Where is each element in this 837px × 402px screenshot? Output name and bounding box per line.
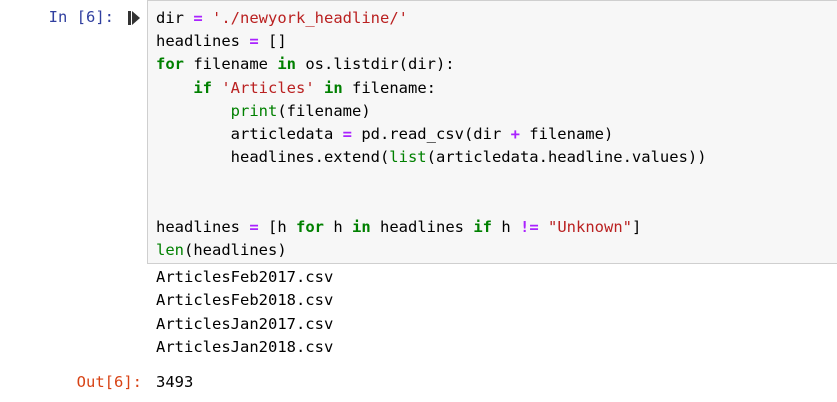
input-prompt: In [6]: bbox=[48, 8, 114, 26]
output-result: 3493 bbox=[156, 373, 194, 391]
code-line: headlines = [] bbox=[156, 32, 287, 51]
stdout-line: ArticlesJan2017.csv bbox=[156, 314, 334, 333]
code-editor[interactable]: dir = './newyork_headline/' headlines = … bbox=[156, 7, 707, 262]
run-step-icon[interactable] bbox=[128, 10, 140, 26]
stdout-line: ArticlesJan2018.csv bbox=[156, 337, 334, 356]
output-prompt: Out[6]: bbox=[76, 373, 142, 391]
code-line: dir = './newyork_headline/' bbox=[156, 9, 408, 27]
stdout-output: ArticlesFeb2017.csv ArticlesFeb2018.csv … bbox=[156, 266, 333, 359]
stdout-line: ArticlesFeb2017.csv bbox=[156, 268, 334, 286]
code-line: print(filename) bbox=[230, 101, 371, 120]
code-line: if 'Articles' in filename: bbox=[193, 78, 437, 97]
code-line: for filename in os.listdir(dir): bbox=[156, 55, 455, 74]
code-line: articledata = pd.read_csv(dir + filename… bbox=[156, 125, 614, 144]
code-line: headlines = [h for h in headlines if h !… bbox=[156, 217, 642, 236]
code-line: len(headlines) bbox=[156, 241, 287, 260]
code-input-area[interactable]: dir = './newyork_headline/' headlines = … bbox=[147, 0, 837, 264]
code-line: headlines.extend(list(articledata.headli… bbox=[156, 148, 707, 167]
stdout-line: ArticlesFeb2018.csv bbox=[156, 291, 334, 310]
